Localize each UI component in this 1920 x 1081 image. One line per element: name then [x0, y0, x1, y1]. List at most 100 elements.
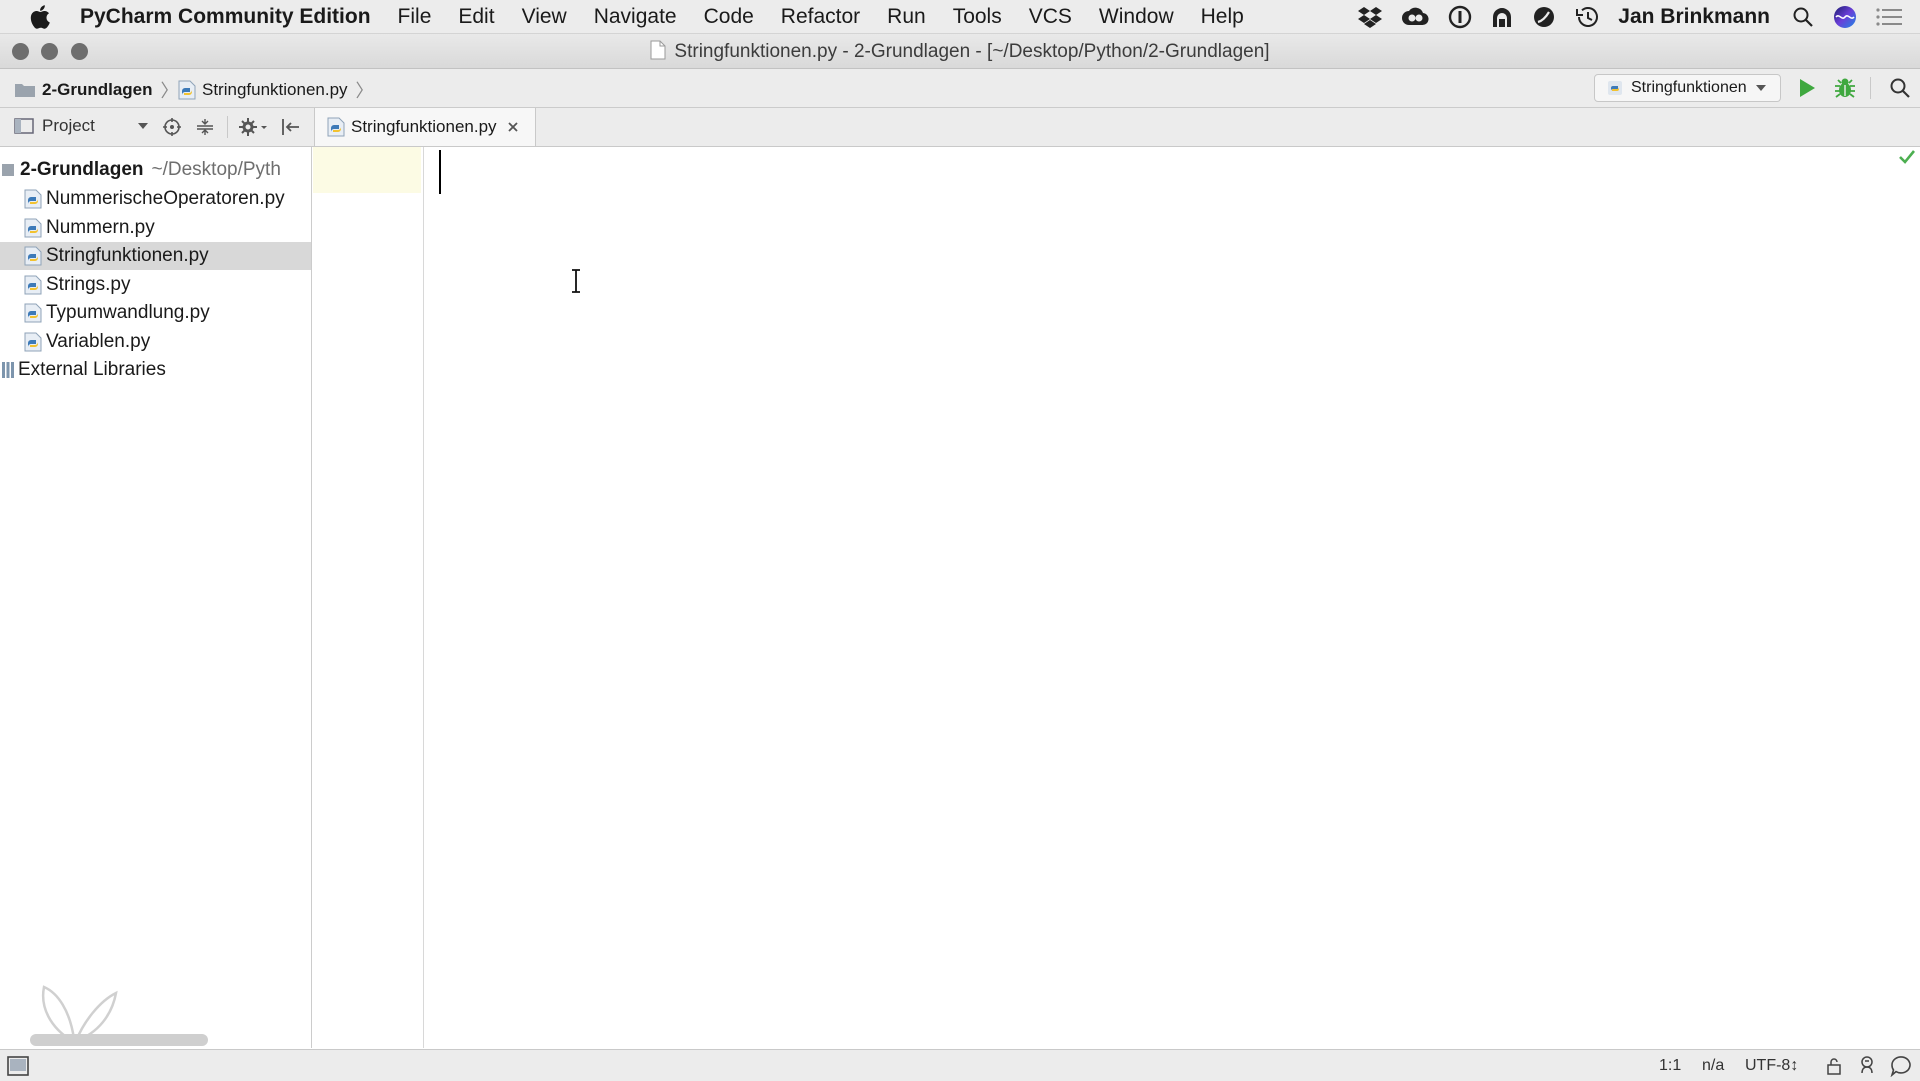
header-divider	[227, 116, 228, 138]
tool-window-header: Project Stringfunktionen.py	[0, 108, 1920, 147]
tree-file-strings[interactable]: Strings.py	[0, 271, 311, 299]
tree-file-variablen[interactable]: Variablen.py	[0, 328, 311, 356]
navigation-bar: 2-Grundlagen 〉 Stringfunktionen.py 〉 Str…	[0, 69, 1920, 108]
settings-gear-icon[interactable]	[239, 118, 269, 136]
caret-position[interactable]: 1:1	[1659, 1057, 1681, 1075]
toolbar-divider	[1870, 77, 1871, 99]
tree-external-libraries[interactable]: External Libraries	[0, 356, 311, 384]
project-view-label: Project	[42, 116, 95, 135]
user-name[interactable]: Jan Brinkmann	[1618, 5, 1770, 29]
python-file-icon	[327, 117, 345, 137]
tree-file-label: Typumwandlung.py	[46, 302, 210, 323]
run-icon[interactable]	[1797, 77, 1817, 99]
breadcrumb-project[interactable]: 2-Grundlagen 〉	[14, 77, 179, 103]
event-log-icon[interactable]	[1890, 1055, 1914, 1077]
editor-tab-stringfunktionen[interactable]: Stringfunktionen.py	[314, 108, 536, 146]
menu-run[interactable]: Run	[887, 5, 926, 29]
locate-file-icon[interactable]	[163, 118, 181, 136]
python-file-icon	[24, 275, 42, 295]
tree-file-label: Stringfunktionen.py	[46, 245, 209, 266]
tree-file-typumwandlung[interactable]: Typumwandlung.py	[0, 299, 311, 327]
ibeam-cursor-icon	[570, 269, 582, 293]
time-machine-icon[interactable]	[1574, 5, 1600, 29]
window-title-wrap: Stringfunktionen.py - 2-Grundlagen - [~/…	[0, 40, 1920, 63]
siri-icon[interactable]	[1832, 4, 1858, 30]
menu-file[interactable]: File	[398, 5, 432, 29]
menu-vcs[interactable]: VCS	[1029, 5, 1072, 29]
close-tab-icon[interactable]	[507, 121, 519, 133]
chevron-down-icon	[1755, 84, 1767, 92]
menu-items: File Edit View Navigate Code Refactor Ru…	[371, 5, 1244, 29]
python-run-config-icon	[1607, 80, 1623, 96]
tree-external-libraries-label: External Libraries	[18, 359, 166, 380]
run-configuration-label: Stringfunktionen	[1631, 79, 1747, 96]
python-file-icon	[24, 303, 42, 323]
app-icon[interactable]	[1490, 5, 1514, 29]
inspection-ok-check-icon[interactable]	[1898, 149, 1916, 165]
menu-bar: PyCharm Community Edition File Edit View…	[0, 0, 1920, 34]
code-editor[interactable]	[424, 147, 1920, 1048]
tool-windows-toggle-icon[interactable]	[7, 1056, 29, 1076]
debug-icon[interactable]	[1833, 76, 1857, 100]
tree-root-path: ~/Desktop/Pyth	[151, 159, 281, 180]
run-configuration-select[interactable]: Stringfunktionen	[1594, 74, 1781, 102]
dropbox-icon[interactable]	[1358, 6, 1383, 28]
folder-icon	[2, 163, 14, 177]
hide-tool-window-icon[interactable]	[281, 118, 301, 136]
menu-window[interactable]: Window	[1099, 5, 1174, 29]
menu-bar-extras: Jan Brinkmann	[1358, 0, 1920, 33]
menu-navigate[interactable]: Navigate	[594, 5, 677, 29]
breadcrumb-file[interactable]: Stringfunktionen.py 〉	[178, 77, 374, 103]
status-context[interactable]: n/a	[1702, 1057, 1724, 1075]
app-name[interactable]: PyCharm Community Edition	[80, 5, 371, 29]
tree-file-label: Strings.py	[46, 274, 131, 295]
inspector-icon[interactable]	[1857, 1055, 1877, 1075]
notification-center-icon[interactable]	[1876, 7, 1902, 27]
breadcrumb-file-label: Stringfunktionen.py	[202, 80, 348, 99]
search-everywhere-icon[interactable]	[1889, 77, 1911, 99]
creative-cloud-icon[interactable]	[1400, 6, 1430, 28]
python-file-icon	[24, 189, 42, 209]
breadcrumb-separator-icon: 〉	[355, 81, 374, 101]
lock-icon[interactable]	[1826, 1057, 1842, 1075]
library-icon	[2, 361, 14, 379]
menu-view[interactable]: View	[522, 5, 567, 29]
project-view-icon	[14, 117, 34, 135]
python-file-icon	[178, 80, 196, 100]
python-file-icon	[24, 218, 42, 238]
breadcrumb-project-label: 2-Grundlagen	[42, 80, 153, 99]
collapse-all-icon[interactable]	[196, 118, 214, 136]
tree-file-nummerischeoperatoren[interactable]: NummerischeOperatoren.py	[0, 185, 311, 213]
chevron-down-icon	[137, 122, 149, 130]
menu-help[interactable]: Help	[1201, 5, 1244, 29]
tree-file-nummern[interactable]: Nummern.py	[0, 214, 311, 242]
current-line-gutter-highlight	[313, 147, 421, 193]
editor-tab-label: Stringfunktionen.py	[351, 117, 497, 136]
menu-code[interactable]: Code	[704, 5, 754, 29]
spotlight-search-icon[interactable]	[1792, 6, 1814, 28]
tree-root-label: 2-Grundlagen	[20, 159, 144, 180]
menu-edit[interactable]: Edit	[458, 5, 494, 29]
status-bar: 1:1 n/a UTF-8↕	[0, 1049, 1920, 1081]
breadcrumb-separator-icon: 〉	[160, 81, 179, 101]
tree-root-2-grundlagen[interactable]: 2-Grundlagen ~/Desktop/Pyth	[0, 156, 311, 184]
menu-refactor[interactable]: Refactor	[781, 5, 860, 29]
horizontal-scrollbar[interactable]	[30, 1034, 208, 1046]
tree-file-stringfunktionen[interactable]: Stringfunktionen.py	[0, 242, 311, 270]
menu-tools[interactable]: Tools	[953, 5, 1002, 29]
apple-icon[interactable]	[30, 4, 54, 30]
window-title: Stringfunktionen.py - 2-Grundlagen - [~/…	[674, 41, 1270, 62]
tree-file-label: Variablen.py	[46, 331, 151, 352]
file-icon	[650, 40, 666, 60]
window-title-bar: Stringfunktionen.py - 2-Grundlagen - [~/…	[0, 34, 1920, 69]
gutter-divider	[423, 147, 424, 1048]
project-tool-window: 2-Grundlagen ~/Desktop/Pyth NummerischeO…	[0, 147, 312, 1048]
tree-file-label: NummerischeOperatoren.py	[46, 188, 285, 209]
vpn-icon[interactable]	[1532, 5, 1556, 29]
folder-icon	[14, 82, 36, 98]
python-file-icon	[24, 332, 42, 352]
1password-icon[interactable]	[1448, 5, 1472, 29]
project-view-select[interactable]: Project	[14, 116, 149, 136]
text-caret	[439, 150, 441, 194]
file-encoding[interactable]: UTF-8↕	[1745, 1057, 1798, 1075]
